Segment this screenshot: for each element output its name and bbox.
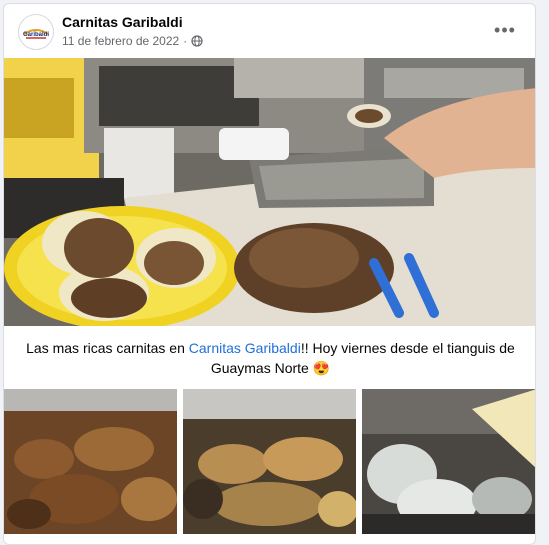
post-meta: 11 de febrero de 2022 · xyxy=(62,34,203,48)
chicharron-tray-image xyxy=(183,389,356,534)
photo-thumbnail-3[interactable] xyxy=(362,389,535,534)
post-date[interactable]: 11 de febrero de 2022 xyxy=(62,34,179,48)
carnitas-logo-icon: Garibaldi xyxy=(20,16,52,48)
photo-thumbnail-1[interactable] xyxy=(4,389,177,534)
heart-eyes-emoji-icon: 😍 xyxy=(312,360,331,376)
carnitas-tray-image xyxy=(4,389,177,534)
globe-icon[interactable] xyxy=(191,35,203,47)
caption-text-start: Las mas ricas carnitas en xyxy=(26,340,189,356)
post-card: Garibaldi Carnitas Garibaldi 11 de febre… xyxy=(3,3,536,545)
market-stall-image xyxy=(362,389,535,534)
photo-thumbnail-2[interactable] xyxy=(183,389,356,534)
photo-grid xyxy=(4,389,535,534)
post-header: Garibaldi Carnitas Garibaldi 11 de febre… xyxy=(4,4,535,58)
page-name[interactable]: Carnitas Garibaldi xyxy=(62,14,183,30)
more-options-icon: ••• xyxy=(494,19,516,40)
page-mention-link[interactable]: Carnitas Garibaldi xyxy=(189,340,301,356)
post-caption: Las mas ricas carnitas en Carnitas Garib… xyxy=(24,338,517,378)
svg-text:Garibaldi: Garibaldi xyxy=(23,32,49,38)
carnitas-cutting-board-image xyxy=(4,58,535,326)
page-avatar[interactable]: Garibaldi xyxy=(18,14,54,50)
more-options-button[interactable]: ••• xyxy=(493,18,517,42)
main-photo[interactable] xyxy=(4,58,535,326)
meta-separator: · xyxy=(183,34,188,48)
